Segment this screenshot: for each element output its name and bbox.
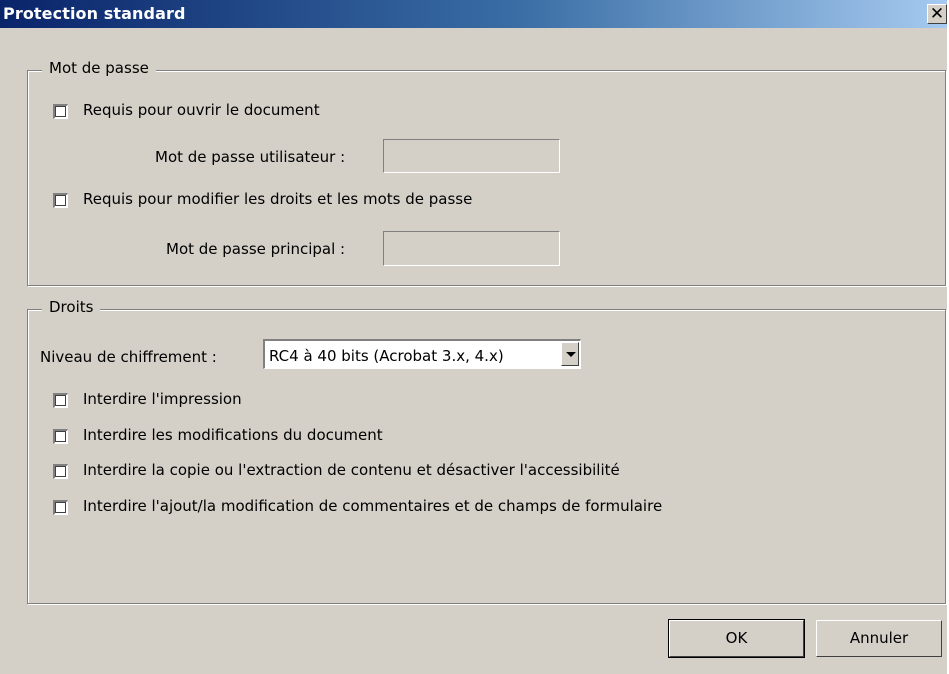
no-printing-checkbox[interactable] (53, 393, 68, 408)
encryption-level-select[interactable]: RC4 à 40 bits (Acrobat 3.x, 4.x) (263, 339, 581, 369)
no-comments-label[interactable]: Interdire l'ajout/la modification de com… (83, 497, 662, 515)
close-button[interactable]: ✕ (927, 4, 947, 24)
require-open-label[interactable]: Requis pour ouvrir le document (83, 101, 320, 119)
no-copy-label[interactable]: Interdire la copie ou l'extraction de co… (83, 461, 620, 479)
cancel-button[interactable]: Annuler (816, 620, 942, 657)
require-open-checkbox[interactable] (53, 104, 68, 119)
no-modifications-label[interactable]: Interdire les modifications du document (83, 426, 383, 444)
encryption-level-label: Niveau de chiffrement : (40, 348, 217, 366)
no-copy-checkbox[interactable] (53, 464, 68, 479)
require-permissions-label[interactable]: Requis pour modifier les droits et les m… (83, 190, 472, 208)
no-modifications-checkbox[interactable] (53, 429, 68, 444)
no-printing-label[interactable]: Interdire l'impression (83, 390, 242, 408)
master-password-label: Mot de passe principal : (166, 240, 346, 258)
rights-group-title: Droits (42, 298, 101, 316)
user-password-label: Mot de passe utilisateur : (155, 148, 346, 166)
chevron-down-icon[interactable] (561, 342, 579, 366)
protection-dialog: Protection standard ✕ Mot de passe Requi… (0, 0, 947, 674)
password-group-title: Mot de passe (42, 59, 156, 77)
user-password-input[interactable] (383, 139, 560, 173)
require-permissions-checkbox[interactable] (53, 193, 68, 208)
ok-button[interactable]: OK (668, 619, 805, 658)
title-bar[interactable]: Protection standard ✕ (0, 0, 947, 28)
window-title: Protection standard (3, 4, 186, 23)
master-password-input[interactable] (383, 231, 560, 266)
encryption-level-value: RC4 à 40 bits (Acrobat 3.x, 4.x) (269, 347, 504, 365)
no-comments-checkbox[interactable] (53, 500, 68, 515)
close-icon: ✕ (929, 4, 945, 24)
